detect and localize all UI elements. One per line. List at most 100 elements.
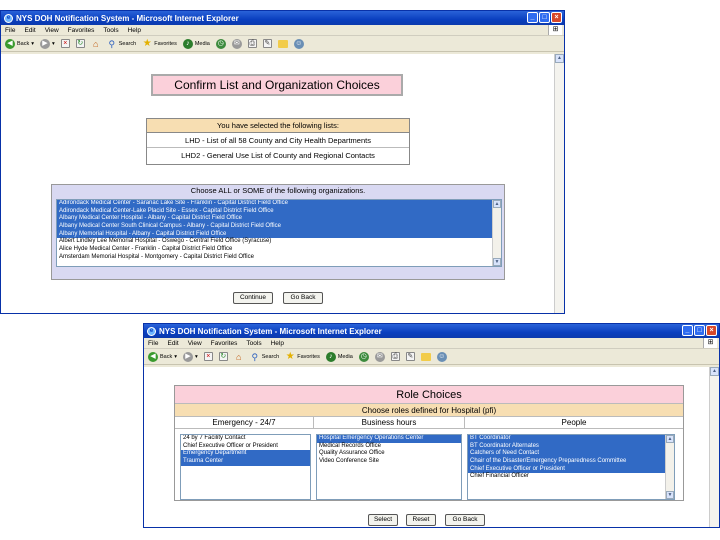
page-scrollbar[interactable]: ▲ — [554, 54, 564, 313]
refresh-icon[interactable]: ↻ — [218, 352, 228, 361]
search-button[interactable]: ⚲ Search — [250, 352, 279, 362]
list-item[interactable]: Albert Lindley Lee Memorial Hospital - O… — [57, 238, 501, 246]
people-roles-listbox[interactable]: BT Coordinator BT Coordinator Alternates… — [467, 434, 675, 500]
list-item[interactable]: Adirondack Medical Center - Saranac Lake… — [57, 200, 501, 208]
maximize-button[interactable]: □ — [694, 325, 705, 336]
home-icon[interactable]: ⌂ — [234, 352, 244, 362]
selected-lists-header: You have selected the following lists: — [147, 119, 409, 133]
scroll-up-icon[interactable]: ▲ — [555, 54, 564, 63]
menu-view[interactable]: View — [188, 340, 202, 347]
emergency-roles-listbox[interactable]: 24 by 7 Facility Contact Chief Executive… — [180, 434, 311, 500]
scroll-up-icon[interactable]: ▲ — [666, 435, 674, 443]
list-item[interactable]: Adirondack Medical Center-Lake Placid Si… — [57, 207, 501, 216]
title-bar[interactable]: e NYS DOH Notification System - Microsof… — [1, 11, 564, 25]
list-item[interactable]: Alice Hyde Medical Center - Franklin - C… — [57, 246, 501, 254]
menu-tools[interactable]: Tools — [246, 340, 261, 347]
favorites-button[interactable]: ★ Favorites — [285, 350, 320, 362]
ie-window-role-choices: e NYS DOH Notification System - Microsof… — [143, 323, 720, 528]
menu-help[interactable]: Help — [271, 340, 284, 347]
title-bar[interactable]: e NYS DOH Notification System - Microsof… — [144, 324, 719, 338]
list-item[interactable]: Chief Executive Officer or President — [468, 465, 674, 474]
scroll-up-icon[interactable]: ▲ — [710, 367, 719, 376]
history-icon[interactable]: ◷ — [358, 351, 369, 362]
list-item[interactable]: Amsterdam Memorial Hospital - Montgomery… — [57, 254, 501, 262]
list-item[interactable]: Video Conference Site — [317, 458, 461, 466]
menu-edit[interactable]: Edit — [24, 27, 35, 34]
list-item[interactable]: Emergency Department — [181, 450, 310, 459]
scroll-up-icon[interactable]: ▲ — [493, 200, 501, 208]
menu-favorites[interactable]: Favorites — [211, 340, 238, 347]
minimize-button[interactable]: _ — [682, 325, 693, 336]
org-choice-panel: Choose ALL or SOME of the following orga… — [51, 184, 505, 280]
organization-listbox[interactable]: Adirondack Medical Center - Saranac Lake… — [56, 199, 502, 267]
close-button[interactable]: × — [706, 325, 717, 336]
list-item[interactable]: BT Coordinator Alternates — [468, 442, 674, 451]
list-item[interactable]: Quality Assurance Office — [317, 450, 461, 458]
favorites-button[interactable]: ★ Favorites — [142, 38, 177, 49]
list-item[interactable]: Catchers of Need Contact — [468, 450, 674, 459]
print-icon[interactable]: ⎙ — [247, 39, 257, 48]
list-item[interactable]: Chief Executive Officer or President — [181, 443, 310, 451]
folder-icon[interactable] — [277, 39, 288, 48]
stop-icon[interactable]: × — [203, 352, 213, 361]
go-back-button[interactable]: Go Back — [445, 514, 485, 526]
forward-button[interactable]: ▶ ▾ — [40, 38, 55, 49]
list-item[interactable]: 24 by 7 Facility Contact — [181, 435, 310, 443]
list-item[interactable]: Medical Records Office — [317, 443, 461, 451]
scroll-down-icon[interactable]: ▼ — [666, 491, 674, 499]
ie-window-main: e NYS DOH Notification System - Microsof… — [0, 10, 565, 314]
menu-view[interactable]: View — [45, 27, 59, 34]
stop-icon[interactable]: × — [60, 39, 70, 48]
continue-button[interactable]: Continue — [233, 292, 273, 304]
reset-button[interactable]: Reset — [406, 514, 436, 526]
forward-arrow-icon: ▶ — [183, 351, 193, 362]
listbox-scrollbar[interactable]: ▲ ▼ — [665, 435, 674, 499]
edit-icon[interactable]: ✎ — [262, 39, 272, 48]
home-icon[interactable]: ⌂ — [91, 39, 101, 49]
media-button[interactable]: ♪ Media — [182, 38, 210, 49]
menu-tools[interactable]: Tools — [103, 27, 118, 34]
page-content: ▲ Role Choices Choose roles defined for … — [144, 367, 719, 527]
go-back-button[interactable]: Go Back — [283, 292, 323, 304]
scroll-down-icon[interactable]: ▼ — [493, 258, 501, 266]
list-item[interactable]: Albany Medical Center Hospital - Albany … — [57, 215, 501, 224]
refresh-icon[interactable]: ↻ — [75, 39, 85, 48]
forward-button[interactable]: ▶ ▾ — [183, 351, 198, 362]
folder-icon[interactable] — [420, 352, 431, 361]
media-icon: ♪ — [182, 38, 193, 49]
list-item[interactable]: Trauma Center — [181, 458, 310, 466]
listbox-scrollbar[interactable]: ▲ ▼ — [492, 200, 501, 266]
close-button[interactable]: × — [551, 12, 562, 23]
menu-edit[interactable]: Edit — [167, 340, 178, 347]
select-button[interactable]: Select — [368, 514, 398, 526]
media-button[interactable]: ♪ Media — [325, 351, 353, 362]
page-scrollbar[interactable]: ▲ — [709, 367, 719, 527]
menu-bar: File Edit View Favorites Tools Help ⊞ — [144, 338, 719, 349]
history-icon[interactable]: ◷ — [215, 38, 226, 49]
mail-icon[interactable]: ✉ — [374, 351, 385, 362]
menu-file[interactable]: File — [148, 340, 158, 347]
selected-list-row: LHD2 - General Use List of County and Re… — [181, 151, 375, 160]
list-item[interactable]: Chair of the Disaster/Emergency Prepared… — [468, 458, 674, 466]
list-item[interactable]: Albany Memorial Hospital - Albany - Capi… — [57, 230, 501, 239]
print-icon[interactable]: ⎙ — [390, 352, 400, 361]
search-button[interactable]: ⚲ Search — [107, 39, 136, 49]
list-item[interactable]: Albany Medical Center South Clinical Cam… — [57, 223, 501, 231]
ie-logo-icon: e — [147, 326, 156, 336]
menu-file[interactable]: File — [5, 27, 15, 34]
mail-icon[interactable]: ✉ — [231, 38, 242, 49]
menu-help[interactable]: Help — [128, 27, 141, 34]
maximize-button[interactable]: □ — [539, 12, 550, 23]
list-item[interactable]: Chief Financial Officer — [468, 473, 674, 481]
messenger-icon[interactable]: ☺ — [436, 351, 447, 362]
minimize-button[interactable]: _ — [527, 12, 538, 23]
list-item[interactable]: Hospital Emergency Operations Center — [317, 435, 461, 443]
list-item[interactable]: BT Coordinator — [468, 435, 674, 443]
edit-icon[interactable]: ✎ — [405, 352, 415, 361]
favorites-star-icon: ★ — [285, 350, 295, 362]
business-hours-listbox[interactable]: Hospital Emergency Operations Center Med… — [316, 434, 462, 500]
messenger-icon[interactable]: ☺ — [293, 38, 304, 49]
back-button[interactable]: ◀ Back ▾ — [5, 38, 34, 49]
menu-favorites[interactable]: Favorites — [68, 27, 95, 34]
back-button[interactable]: ◀ Back ▾ — [148, 351, 177, 362]
